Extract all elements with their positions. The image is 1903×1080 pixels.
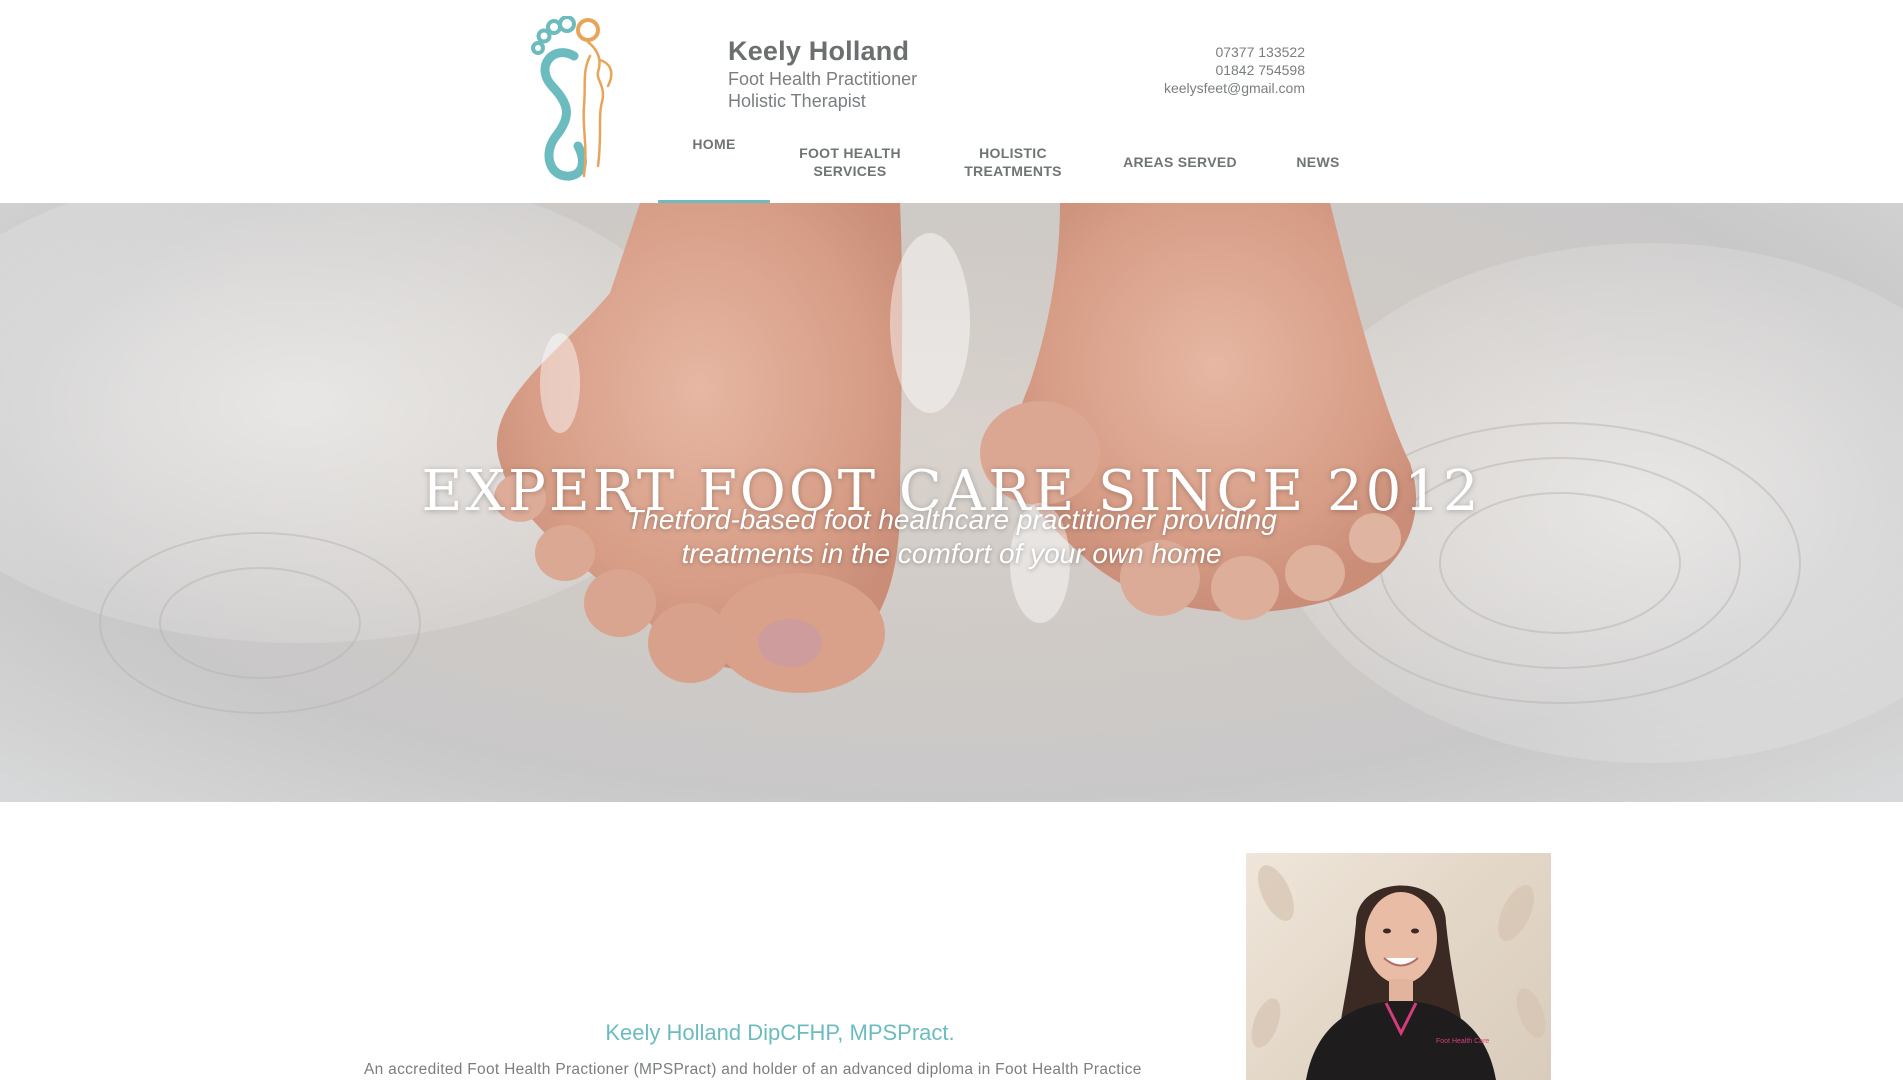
- hero-subtitle: Thetford-based foot healthcare practitio…: [0, 503, 1903, 571]
- nav-item-news[interactable]: NEWS: [1268, 153, 1368, 171]
- footprint-figure-logo-icon[interactable]: [524, 16, 634, 188]
- nav-label: TREATMENTS: [964, 163, 1062, 179]
- hero-banner: EXPERT FOOT CARE SINCE 2012 Thetford-bas…: [0, 203, 1903, 802]
- nav-label: HOME: [692, 136, 736, 152]
- about-text: An accredited Foot Health Practioner (MP…: [364, 1061, 1142, 1078]
- svg-text:Foot Health Care: Foot Health Care: [1436, 1038, 1489, 1045]
- brand-block: Keely Holland Foot Health Practitioner H…: [728, 34, 917, 112]
- brand-tagline-2: Holistic Therapist: [728, 91, 866, 111]
- practitioner-portrait: Foot Health Care: [1251, 865, 1546, 1080]
- nav-item-holistic-treatments[interactable]: HOLISTIC TREATMENTS: [953, 144, 1073, 180]
- phone-number-mobile[interactable]: 07377 133522: [1164, 43, 1305, 61]
- phone-number-landline[interactable]: 01842 754598: [1164, 61, 1305, 79]
- hero-subtitle-line-2: treatments in the comfort of your own ho…: [681, 538, 1222, 569]
- practitioner-photo: Foot Health Care: [1246, 853, 1551, 1080]
- nav-item-foot-health-services[interactable]: FOOT HEALTH SERVICES: [790, 144, 910, 180]
- about-heading: Keely Holland DipCFHP, MPSPract.: [605, 1020, 955, 1045]
- nav-label: AREAS SERVED: [1123, 154, 1237, 170]
- email-link[interactable]: keelysfeet@gmail.com: [1164, 79, 1305, 97]
- nav-label: NEWS: [1296, 154, 1340, 170]
- nav-label: FOOT HEALTH: [799, 145, 901, 161]
- brand-tagline-1: Foot Health Practitioner: [728, 69, 918, 89]
- nav-item-home[interactable]: HOME: [658, 135, 770, 207]
- site-header: Keely Holland Foot Health Practitioner H…: [0, 0, 1903, 207]
- nav-label: SERVICES: [813, 163, 887, 179]
- contact-block: 07377 133522 01842 754598 keelysfeet@gma…: [1164, 43, 1305, 97]
- nav-item-areas-served[interactable]: AREAS SERVED: [1120, 153, 1240, 171]
- hero-subtitle-line-1: Thetford-based foot healthcare practitio…: [626, 504, 1277, 535]
- nav-label: HOLISTIC: [979, 145, 1047, 161]
- brand-name[interactable]: Keely Holland: [728, 34, 917, 68]
